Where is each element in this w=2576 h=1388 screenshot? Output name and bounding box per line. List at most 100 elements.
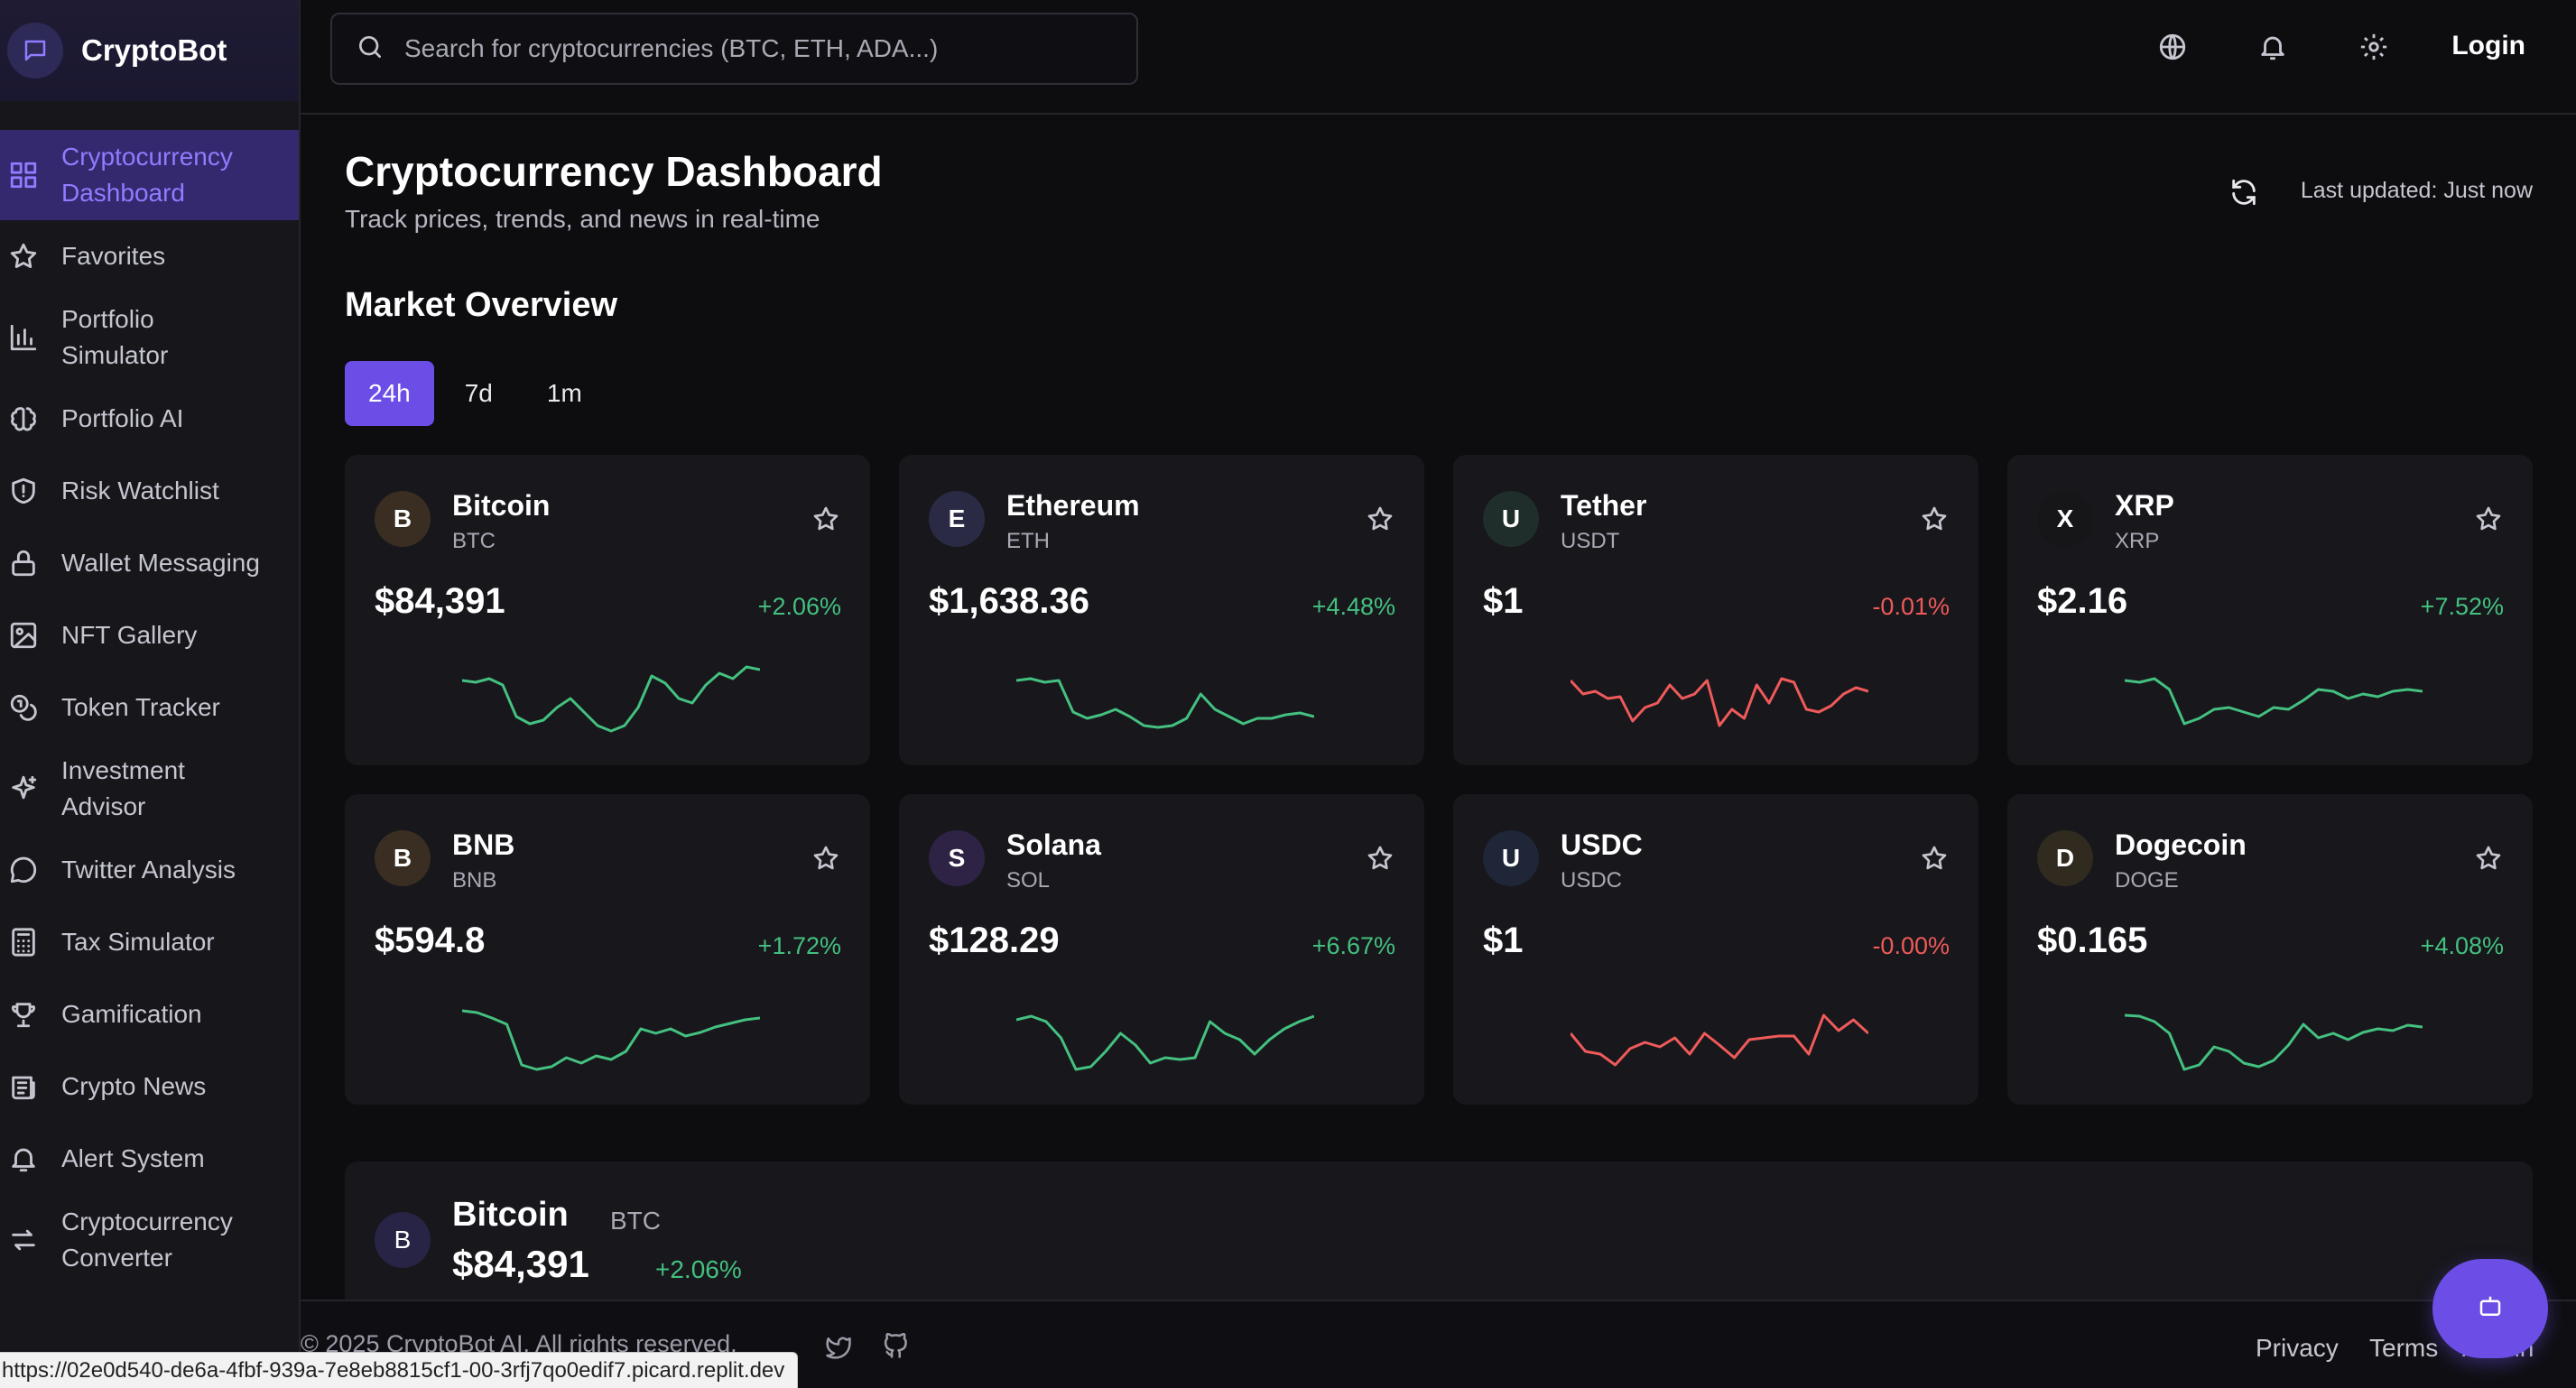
topbar: Login [301, 0, 2576, 115]
coin-symbol: XRP [2115, 529, 2160, 553]
sparkline-path [1016, 677, 1314, 729]
coin-price: $1 [1483, 581, 1524, 621]
coin-card-xrp[interactable]: X XRP XRP $2.16 +7.52% [2007, 455, 2533, 765]
coin-symbol: DOGE [2115, 868, 2179, 893]
coin-card-usdc[interactable]: U USDC USDC $1 -0.00% [1453, 794, 1978, 1105]
status-bar-url: https://02e0d540-de6a-4fbf-939a-7e8eb881… [0, 1352, 799, 1388]
sidebar-item-cryptocurrency-converter[interactable]: Cryptocurrency Converter [0, 1195, 299, 1285]
coin-card-sol[interactable]: S Solana SOL $128.29 +6.67% [899, 794, 1424, 1105]
coin-symbol: BNB [452, 868, 497, 893]
bell-icon[interactable] [2255, 29, 2291, 65]
brand[interactable]: CryptoBot [0, 0, 299, 101]
page-subtitle: Track prices, trends, and news in real-t… [345, 205, 820, 233]
sidebar-item-portfolio-simulator[interactable]: Portfolio Simulator [0, 292, 299, 383]
gear-icon[interactable] [2356, 29, 2392, 65]
coin-change: +2.06% [757, 593, 841, 620]
coin-price: $84,391 [452, 1243, 589, 1285]
shield-icon [7, 475, 40, 507]
coin-card-btc[interactable]: B Bitcoin BTC $84,391 +2.06% [345, 455, 870, 765]
tab-1m[interactable]: 1m [524, 361, 606, 426]
sidebar-item-cryptocurrency-dashboard[interactable]: Cryptocurrency Dashboard [0, 130, 299, 220]
refresh-icon[interactable] [2226, 174, 2262, 210]
coin-price: $0.165 [2037, 921, 2148, 960]
sidebar-item-label: Alert System [61, 1144, 205, 1172]
lock-icon [7, 547, 40, 579]
coin-symbol: ETH [1006, 529, 1050, 553]
star-icon[interactable] [1917, 502, 1951, 536]
star-icon[interactable] [2471, 502, 2506, 536]
sidebar-item-portfolio-ai[interactable]: Portfolio AI [0, 383, 299, 455]
star-icon [7, 240, 40, 273]
star-icon[interactable] [809, 502, 843, 536]
sidebar-item-crypto-news[interactable]: Crypto News [0, 1050, 299, 1123]
coin-avatar: E [929, 491, 985, 547]
coin-avatar: B [375, 830, 431, 886]
coin-change: +6.67% [1311, 932, 1395, 959]
bar-chart-icon [7, 321, 40, 354]
sidebar-item-favorites[interactable]: Favorites [0, 220, 299, 292]
sidebar-item-risk-watchlist[interactable]: Risk Watchlist [0, 455, 299, 527]
sparkline-chart [1016, 1014, 1314, 1071]
star-icon[interactable] [809, 841, 843, 875]
coin-card-doge[interactable]: D Dogecoin DOGE $0.165 +4.08% [2007, 794, 2533, 1105]
coin-avatar: S [929, 830, 985, 886]
sidebar-item-gamification[interactable]: Gamification [0, 978, 299, 1050]
coin-symbol: SOL [1006, 868, 1051, 893]
sidebar-item-label: Token Tracker [61, 693, 220, 721]
sidebar-item-wallet-messaging[interactable]: Wallet Messaging [0, 527, 299, 599]
sidebar-item-label: Favorites [61, 242, 166, 270]
swap-icon [7, 1224, 40, 1256]
sidebar-item-twitter-analysis[interactable]: Twitter Analysis [0, 834, 299, 906]
coin-change: -0.01% [1872, 593, 1950, 620]
sparkline-chart [2125, 677, 2423, 726]
sidebar-item-token-tracker[interactable]: Token Tracker [0, 671, 299, 744]
search-input[interactable] [404, 34, 1126, 63]
tab-24h[interactable]: 24h [345, 361, 434, 426]
coin-price: $2.16 [2037, 581, 2128, 621]
sidebar-item-nft-gallery[interactable]: NFT Gallery [0, 599, 299, 671]
coin-symbol: USDT [1561, 529, 1620, 553]
search-icon [356, 32, 385, 66]
coin-avatar: X [2037, 491, 2093, 547]
sidebar-item-label: NFT Gallery [61, 621, 198, 649]
newspaper-icon [7, 1070, 40, 1103]
star-icon[interactable] [2471, 841, 2506, 875]
sparkline-path [1016, 1014, 1314, 1071]
sidebar-item-investment-advisor[interactable]: Investment Advisor [0, 744, 299, 834]
star-icon[interactable] [1363, 502, 1397, 536]
coin-price: $1,638.36 [929, 581, 1089, 621]
page-title: Cryptocurrency Dashboard [345, 148, 883, 195]
sparkline-chart [1571, 1013, 1868, 1067]
coin-price: $128.29 [929, 921, 1060, 960]
coin-name: Tether [1561, 489, 1647, 522]
chat-bubble-icon [7, 23, 63, 79]
tab-7d[interactable]: 7d [441, 361, 516, 426]
sparkline-chart [462, 665, 760, 733]
coin-name: Bitcoin [452, 489, 551, 522]
coin-card-usdt[interactable]: U Tether USDT $1 -0.01% [1453, 455, 1978, 765]
coin-card-bnb[interactable]: B BNB BNB $594.8 +1.72% [345, 794, 870, 1105]
sparkline-chart [2125, 1013, 2423, 1071]
bot-icon [2477, 1293, 2504, 1325]
star-icon[interactable] [1917, 841, 1951, 875]
twitter-icon[interactable] [822, 1330, 855, 1363]
login-button[interactable]: Login [2451, 31, 2525, 61]
calculator-icon [7, 926, 40, 958]
footer-link-privacy[interactable]: Privacy [2256, 1334, 2339, 1363]
sidebar-item-label: Tax Simulator [61, 928, 215, 956]
bell-icon [7, 1143, 40, 1175]
last-updated: Last updated: Just now [2300, 178, 2533, 203]
sidebar-item-alert-system[interactable]: Alert System [0, 1123, 299, 1195]
sidebar-item-label: Portfolio AI [61, 404, 184, 432]
star-icon[interactable] [1363, 841, 1397, 875]
footer-link-terms[interactable]: Terms [2369, 1334, 2438, 1363]
chatbot-button[interactable] [2432, 1259, 2548, 1358]
sidebar-item-tax-simulator[interactable]: Tax Simulator [0, 906, 299, 978]
grid-icon [7, 159, 40, 191]
coin-card-eth[interactable]: E Ethereum ETH $1,638.36 +4.48% [899, 455, 1424, 765]
github-icon[interactable] [880, 1330, 913, 1363]
sparkline-path [2125, 677, 2423, 726]
coin-price: $594.8 [375, 921, 486, 960]
globe-icon[interactable] [2154, 29, 2191, 65]
sparkles-icon [7, 773, 40, 805]
